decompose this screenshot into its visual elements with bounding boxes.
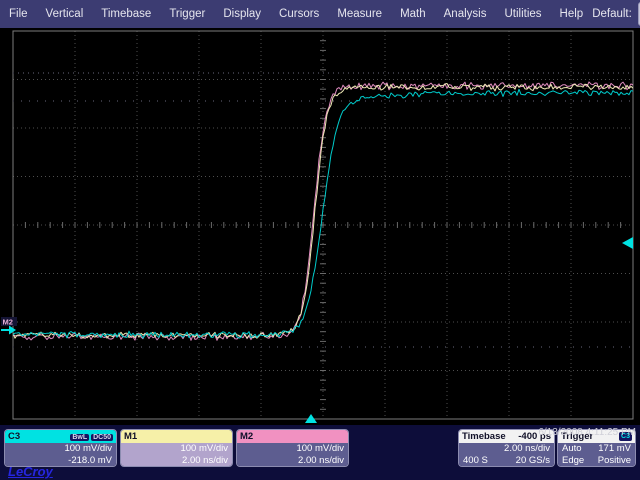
timebase-samplerate: 20 GS/s xyxy=(516,455,550,467)
timebase-title: Timebase xyxy=(462,431,506,442)
timebase-body: 2.00 ns/div 400 S 20 GS/s xyxy=(459,443,554,467)
menu-bar: FileVerticalTimebaseTriggerDisplayCursor… xyxy=(0,0,640,28)
default-label: Default: xyxy=(592,8,632,20)
channel-id-label: M1 xyxy=(124,431,137,442)
menu-items: FileVerticalTimebaseTriggerDisplayCursor… xyxy=(0,0,592,28)
trace-c3 xyxy=(13,89,633,338)
channel-header-c3: C3 BwLDC50 xyxy=(5,430,116,443)
channel-badge-bwl: BwL xyxy=(70,434,89,441)
menu-item-trigger[interactable]: Trigger xyxy=(160,0,214,28)
menu-item-file[interactable]: File xyxy=(0,0,37,28)
trigger-mode: Auto xyxy=(562,443,582,455)
channel-m2-line2: 2.00 ns/div xyxy=(241,455,344,467)
channel-body-m1: 100 mV/div2.00 ns/div xyxy=(121,443,232,467)
status-bar: C3BwLDC50100 mV/div-218.0 mVM1100 mV/div… xyxy=(0,425,640,480)
channel-id-label: M2 xyxy=(240,431,253,442)
menu-item-analysis[interactable]: Analysis xyxy=(435,0,496,28)
channel-body-m2: 100 mV/div2.00 ns/div xyxy=(237,443,348,467)
channel-badge-dc50: DC50 xyxy=(91,434,113,441)
channel-m2-line1: 100 mV/div xyxy=(241,443,344,455)
waveform-display: M2 xyxy=(0,28,640,425)
menu-item-math[interactable]: Math xyxy=(391,0,435,28)
channel-c3-line1: 100 mV/div xyxy=(9,443,112,455)
trigger-level: 171 mV xyxy=(598,443,631,455)
menu-item-measure[interactable]: Measure xyxy=(328,0,391,28)
trigger-level-marker-icon[interactable] xyxy=(622,237,633,249)
channel-offset-marker-label: M2 xyxy=(3,318,13,327)
channel-header-m2: M2 xyxy=(237,430,348,443)
timebase-samples: 400 S xyxy=(463,455,488,467)
channel-descriptor-m1[interactable]: M1100 mV/div2.00 ns/div xyxy=(120,429,233,467)
menu-item-vertical[interactable]: Vertical xyxy=(37,0,93,28)
channel-m1-line1: 100 mV/div xyxy=(125,443,228,455)
channel-offset-marker[interactable]: M2 xyxy=(1,317,17,335)
lecroy-logo: LeCroy xyxy=(8,464,53,479)
channel-header-m1: M1 xyxy=(121,430,232,443)
traces-layer xyxy=(13,82,633,340)
channel-badges: BwLDC50 xyxy=(68,431,113,442)
channel-id-label: C3 xyxy=(8,431,20,442)
graticule xyxy=(13,31,633,419)
menu-item-timebase[interactable]: Timebase xyxy=(92,0,160,28)
trigger-body: Auto 171 mV Edge Positive xyxy=(558,443,635,467)
menu-item-help[interactable]: Help xyxy=(551,0,593,28)
channel-m1-line2: 2.00 ns/div xyxy=(125,455,228,467)
menu-item-cursors[interactable]: Cursors xyxy=(270,0,328,28)
menu-item-utilities[interactable]: Utilities xyxy=(495,0,550,28)
menu-right: Default: Undo ↶ xyxy=(592,2,640,26)
datetime-label: 6/13/2008 4:11:25 PM xyxy=(538,427,636,438)
timebase-scale: 2.00 ns/div xyxy=(463,443,550,455)
oscilloscope-app: FileVerticalTimebaseTriggerDisplayCursor… xyxy=(0,0,640,480)
trigger-type: Edge xyxy=(562,455,584,467)
channel-descriptor-m2[interactable]: M2100 mV/div2.00 ns/div xyxy=(236,429,349,467)
menu-item-display[interactable]: Display xyxy=(214,0,270,28)
waveform-canvas: M2 xyxy=(0,28,640,425)
channel-descriptor-c3[interactable]: C3BwLDC50100 mV/div-218.0 mV xyxy=(4,429,117,467)
trigger-slope: Positive xyxy=(598,455,631,467)
